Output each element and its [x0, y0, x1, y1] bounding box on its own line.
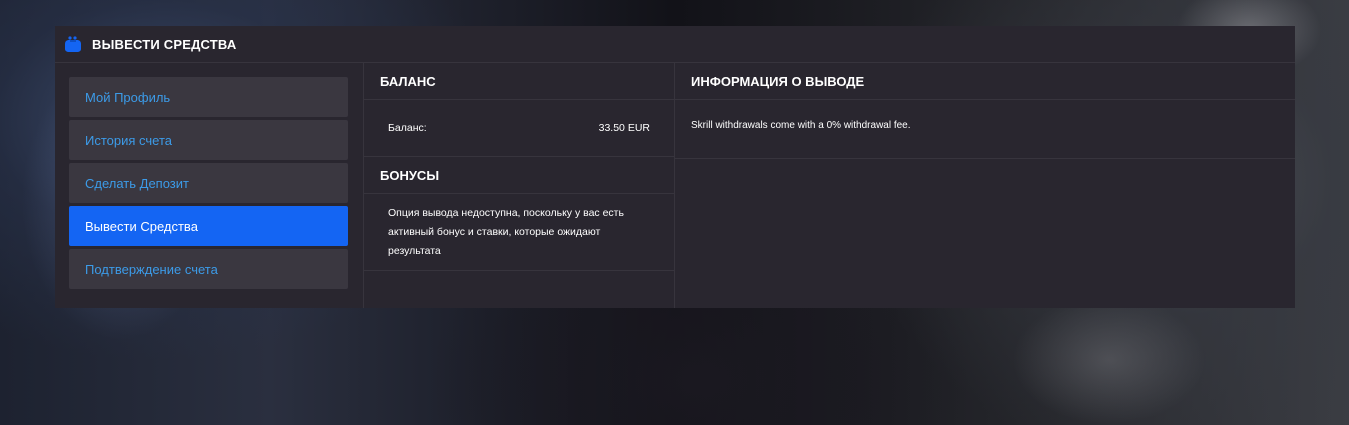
withdraw-panel: ВЫВЕСТИ СРЕДСТВА Мой Профиль История сче…	[55, 26, 1295, 308]
sidebar-item-withdraw[interactable]: Вывести Средства	[69, 206, 348, 246]
sidebar-item-verification[interactable]: Подтверждение счета	[69, 249, 348, 289]
sidebar-item-label: Мой Профиль	[85, 89, 171, 105]
bonus-message: Опция вывода недоступна, поскольку у вас…	[364, 194, 674, 271]
balance-value: 33.50 EUR	[598, 122, 650, 134]
withdrawal-info-column: ИНФОРМАЦИЯ О ВЫВОДЕ Skrill withdrawals c…	[675, 63, 1295, 308]
page-title: ВЫВЕСТИ СРЕДСТВА	[92, 36, 237, 52]
sidebar-item-account-history[interactable]: История счета	[69, 120, 348, 160]
sidebar-item-label: Вывести Средства	[85, 218, 198, 234]
balance-label: Баланс:	[388, 122, 427, 134]
balance-heading: БАЛАНС	[364, 63, 674, 100]
sidebar-item-deposit[interactable]: Сделать Депозит	[69, 163, 348, 203]
withdrawal-info-text: Skrill withdrawals come with a 0% withdr…	[675, 100, 1295, 159]
sidebar-item-profile[interactable]: Мой Профиль	[69, 77, 348, 117]
bonuses-heading: БОНУСЫ	[364, 157, 674, 194]
sidebar-item-label: История счета	[85, 132, 172, 148]
withdrawal-info-heading: ИНФОРМАЦИЯ О ВЫВОДЕ	[675, 63, 1295, 100]
wallet-icon	[63, 35, 83, 53]
balance-column: БАЛАНС Баланс: 33.50 EUR БОНУСЫ Опция вы…	[364, 63, 675, 308]
balance-row: Баланс: 33.50 EUR	[364, 100, 674, 157]
sidebar-item-label: Сделать Депозит	[85, 175, 189, 191]
account-sidebar: Мой Профиль История счета Сделать Депози…	[55, 63, 364, 308]
panel-header: ВЫВЕСТИ СРЕДСТВА	[55, 26, 1295, 63]
sidebar-item-label: Подтверждение счета	[85, 261, 218, 277]
panel-body: Мой Профиль История счета Сделать Депози…	[55, 63, 1295, 308]
